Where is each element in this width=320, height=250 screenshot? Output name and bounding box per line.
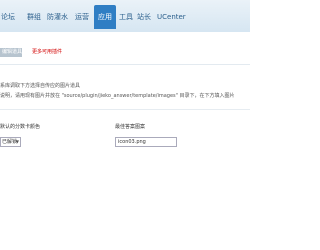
divider <box>0 109 250 110</box>
nav-item-forum[interactable]: 论坛 <box>1 8 15 26</box>
nav-item-tools[interactable]: 工具 <box>119 8 133 26</box>
best-answer-image-label: 最佳答案图案 <box>115 124 146 130</box>
description-line-1: 系库调取下方选择自传应的图片道具 <box>0 83 81 89</box>
nav-item-group[interactable]: 群组 <box>27 8 41 26</box>
description-line-2: 说明，请用现有图片并放在 "source/plugin/jieko_answer… <box>0 93 235 99</box>
default-color-label: 默认的分数卡颜色 <box>0 124 41 130</box>
nav-item-admin[interactable]: 站长 <box>137 8 151 26</box>
nav-item-operation[interactable]: 运营 <box>75 8 89 26</box>
top-nav: 论坛 群组 防灌水 运营 应用 工具 站长 UCenter <box>0 0 250 32</box>
default-color-select-value: 已解锁 <box>2 139 18 145</box>
chevron-down-icon: ▼ <box>15 139 19 144</box>
more-plugins-link[interactable]: 更多可用插件 <box>32 48 62 57</box>
nav-item-antispam[interactable]: 防灌水 <box>47 8 68 26</box>
nav-item-apps[interactable]: 应用 <box>94 5 116 29</box>
plugin-tag[interactable]: 编辑道具 <box>0 48 22 57</box>
default-color-select[interactable]: 已解锁 ▼ <box>0 137 21 147</box>
nav-item-ucenter[interactable]: UCenter <box>157 8 186 26</box>
best-answer-image-input[interactable]: icon03.png <box>115 137 177 147</box>
